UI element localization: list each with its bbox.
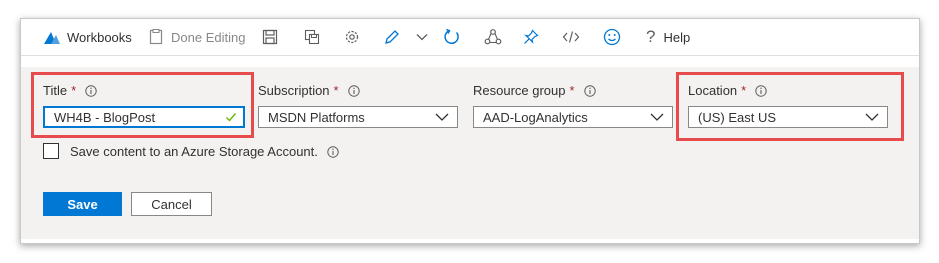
chevron-down-icon: [435, 111, 449, 123]
save-button[interactable]: Save: [43, 192, 122, 216]
settings-icon[interactable]: [344, 29, 360, 45]
workbooks-button[interactable]: Workbooks: [43, 19, 132, 55]
done-editing-icon: [149, 29, 163, 45]
chevron-down-icon: [650, 111, 664, 123]
code-icon[interactable]: [562, 29, 580, 45]
refresh-icon[interactable]: [443, 28, 461, 46]
save-icon[interactable]: [262, 29, 278, 45]
storage-account-checkbox[interactable]: [43, 143, 59, 159]
subscription-label: Subscription *: [258, 83, 360, 98]
help-button[interactable]: ? Help: [646, 19, 690, 55]
resource-group-label-text: Resource group: [473, 83, 566, 98]
resource-group-label: Resource group *: [473, 83, 596, 98]
title-highlight-box: [31, 72, 254, 138]
done-editing-label: Done Editing: [171, 29, 246, 45]
feedback-smiley-icon[interactable]: [603, 28, 621, 46]
help-label: Help: [663, 29, 691, 45]
required-marker: *: [333, 83, 339, 98]
pin-icon[interactable]: [523, 29, 539, 45]
subscription-dropdown[interactable]: MSDN Platforms: [258, 106, 458, 128]
info-icon[interactable]: [583, 84, 596, 97]
subscription-label-text: Subscription: [258, 83, 330, 98]
toolbar: Workbooks Done Editing ? Help: [21, 19, 919, 56]
location-highlight-box: [676, 72, 904, 141]
info-icon[interactable]: [347, 84, 360, 97]
subscription-value: MSDN Platforms: [268, 109, 365, 125]
share-icon[interactable]: [484, 28, 502, 46]
chevron-down-icon[interactable]: [416, 31, 428, 43]
resource-group-dropdown[interactable]: AAD-LogAnalytics: [473, 106, 673, 128]
done-editing-button[interactable]: Done Editing: [149, 19, 245, 55]
help-icon: ?: [646, 27, 656, 46]
required-marker: *: [569, 83, 575, 98]
workbook-settings-panel: Title * WH4B - BlogPost Subscription * M…: [21, 67, 919, 239]
workbook-window: Workbooks Done Editing ? Help Title * WH…: [20, 18, 920, 244]
save-as-icon[interactable]: [304, 29, 320, 45]
storage-account-label-text: Save content to an Azure Storage Account…: [70, 144, 318, 159]
cancel-button[interactable]: Cancel: [131, 192, 212, 216]
resource-group-value: AAD-LogAnalytics: [483, 109, 588, 125]
workbooks-label: Workbooks: [67, 29, 132, 45]
workbooks-icon: [43, 29, 61, 45]
edit-icon[interactable]: [384, 29, 400, 45]
storage-account-label: Save content to an Azure Storage Account…: [70, 144, 339, 159]
info-icon[interactable]: [327, 145, 339, 158]
